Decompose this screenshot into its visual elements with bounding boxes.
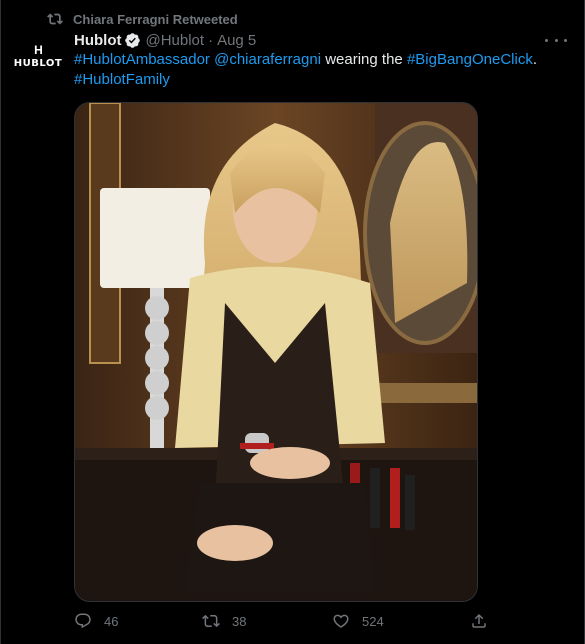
share-icon [472, 613, 486, 628]
author-display-name[interactable]: Hublot [74, 32, 121, 49]
photo-illustration [75, 103, 477, 601]
retweet-banner-text: Chiara Ferragni Retweeted [73, 11, 238, 27]
hashtag-hublot-ambassador[interactable]: #HublotAmbassador [74, 51, 210, 68]
share-button[interactable] [470, 612, 500, 630]
mention-chiaraferragni[interactable]: @chiaraferragni [214, 51, 321, 68]
retweet-button[interactable]: 38 [202, 612, 246, 630]
reply-icon [75, 613, 91, 629]
author-handle[interactable]: @Hublot [145, 32, 204, 49]
retweet-icon [47, 13, 63, 25]
retweet-count: 38 [232, 613, 247, 629]
like-count: 524 [362, 613, 384, 629]
hashtag-bigbang-oneclick[interactable]: #BigBangOneClick [407, 51, 533, 68]
avatar-mark: H [34, 42, 43, 57]
like-button[interactable]: 524 [332, 612, 384, 630]
tweet-header: Hublot @Hublot · Aug 5 [74, 30, 256, 50]
timeline-border-left [0, 0, 1, 644]
reply-button[interactable]: 46 [74, 612, 118, 630]
avatar-logo-text: HUBLOT [13, 57, 63, 69]
header-separator: · [208, 31, 214, 49]
tweet-text-middle: wearing the [321, 51, 407, 68]
tweet-photo[interactable] [74, 102, 478, 602]
tweet-text-period: . [532, 51, 538, 68]
retweet-action-icon [202, 614, 220, 628]
tweet-date[interactable]: Aug 5 [217, 32, 256, 49]
more-options-icon[interactable] [545, 32, 567, 48]
tweet-text: #HublotAmbassador @chiaraferragni wearin… [74, 50, 554, 90]
retweet-banner[interactable]: Chiara Ferragni Retweeted [47, 10, 238, 28]
verified-badge-icon [125, 32, 141, 48]
avatar[interactable]: H HUBLOT [13, 34, 63, 78]
hashtag-hublot-family[interactable]: #HublotFamily [74, 71, 170, 88]
heart-icon [333, 614, 349, 628]
reply-count: 46 [104, 613, 119, 629]
